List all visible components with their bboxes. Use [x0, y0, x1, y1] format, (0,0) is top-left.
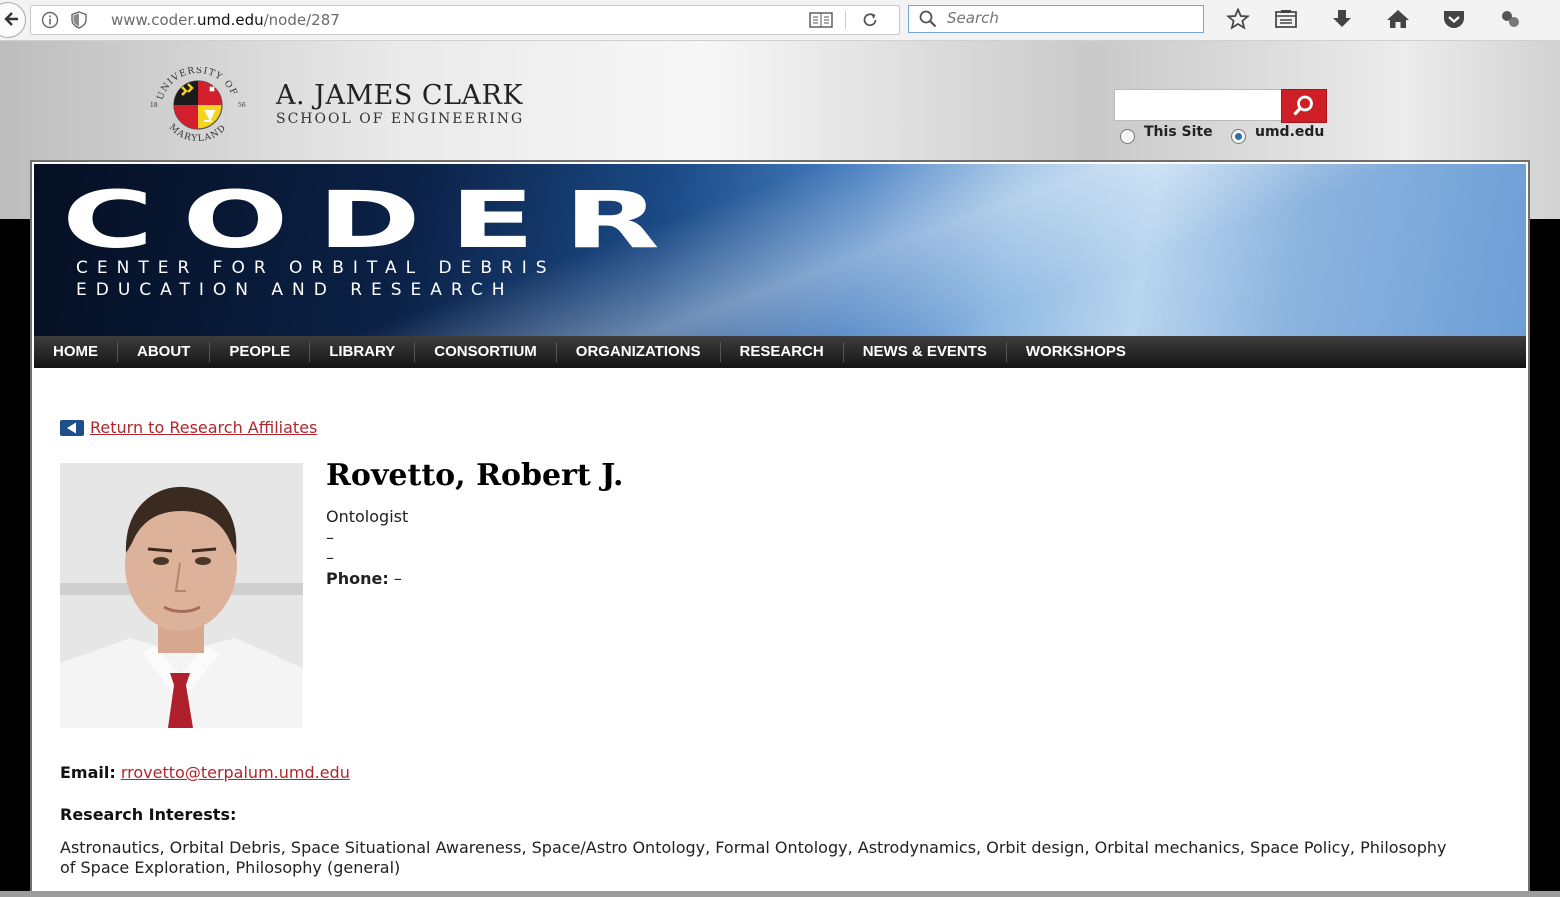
school-subtitle[interactable]: SCHOOL OF ENGINEERING	[276, 111, 524, 127]
nav-consortium[interactable]: CONSORTIUM	[415, 342, 557, 362]
nav-workshops[interactable]: WORKSHOPS	[1007, 342, 1145, 362]
browser-toolbar: www.coder.umd.edu/node/287	[0, 0, 1560, 41]
site-search-input[interactable]	[1115, 90, 1283, 120]
return-link-text[interactable]: Return to Research Affiliates	[90, 418, 317, 437]
download-icon[interactable]	[1330, 8, 1354, 30]
phone-value: –	[388, 569, 402, 588]
tracking-shield-icon[interactable]	[71, 11, 87, 29]
banner-subtitle-line2: EDUCATION AND RESEARCH	[76, 280, 514, 300]
return-link[interactable]: Return to Research Affiliates	[60, 418, 317, 437]
school-name[interactable]: A. JAMES CLARK	[276, 80, 523, 111]
main-nav: HOME ABOUT PEOPLE LIBRARY CONSORTIUM ORG…	[34, 336, 1526, 368]
nav-news-events[interactable]: NEWS & EVENTS	[844, 342, 1007, 362]
browser-search-input[interactable]	[947, 9, 1187, 27]
menu-puzzle-icon[interactable]	[1498, 8, 1522, 30]
portrait-image	[60, 463, 303, 728]
site-search-field[interactable]	[1114, 89, 1284, 121]
back-arrow-icon	[60, 419, 84, 436]
person-title: Ontologist	[326, 507, 409, 526]
research-interests-text: Astronautics, Orbital Debris, Space Situ…	[60, 838, 1447, 877]
browser-search-box[interactable]	[908, 5, 1204, 33]
phone-label: Phone:	[326, 569, 389, 588]
nav-library[interactable]: LIBRARY	[310, 342, 416, 362]
person-line-2: –	[326, 528, 334, 547]
back-button[interactable]	[0, 2, 26, 38]
radio-umd-edu-label: umd.edu	[1255, 124, 1325, 140]
address-bar[interactable]: www.coder.umd.edu/node/287	[30, 5, 900, 35]
email-label: Email:	[60, 763, 116, 782]
person-name: Rovetto, Robert J.	[326, 458, 624, 493]
radio-this-site-label: This Site	[1144, 124, 1213, 140]
home-icon[interactable]	[1386, 8, 1410, 30]
research-interests-heading: Research Interests:	[60, 805, 237, 824]
svg-text:56: 56	[238, 102, 246, 109]
reload-icon[interactable]	[861, 11, 879, 29]
search-icon	[919, 10, 937, 28]
nav-organizations[interactable]: ORGANIZATIONS	[557, 342, 721, 362]
radio-this-site[interactable]	[1120, 129, 1135, 144]
pocket-icon[interactable]	[1442, 8, 1466, 30]
nav-home[interactable]: HOME	[34, 342, 118, 362]
email-row: Email: rrovetto@terpalum.umd.edu	[60, 763, 350, 782]
nav-research[interactable]: RESEARCH	[721, 342, 844, 362]
radio-umd-edu[interactable]	[1231, 129, 1246, 144]
person-line-3: –	[326, 548, 334, 567]
profile-photo	[60, 463, 303, 728]
coder-banner[interactable]: CODER CENTER FOR ORBITAL DEBRIS EDUCATIO…	[34, 164, 1526, 336]
email-link[interactable]: rrovetto@terpalum.umd.edu	[121, 763, 350, 782]
bookmarks-library-icon[interactable]	[1274, 8, 1298, 30]
banner-title: CODER	[62, 176, 689, 266]
bookmark-star-icon[interactable]	[1226, 8, 1250, 30]
bottom-scroll-edge	[0, 891, 1560, 897]
person-phone: Phone: –	[326, 569, 402, 588]
svg-text:18: 18	[150, 102, 158, 109]
reader-view-icon[interactable]	[809, 12, 833, 28]
umd-seal-logo[interactable]: UNIVERSITY OF MARYLAND 18 56	[148, 67, 248, 141]
banner-subtitle-line1: CENTER FOR ORBITAL DEBRIS	[76, 258, 556, 278]
info-icon[interactable]	[41, 11, 59, 29]
url-text: www.coder.umd.edu/node/287	[111, 11, 340, 29]
magnifier-icon	[1293, 95, 1313, 116]
nav-about[interactable]: ABOUT	[118, 342, 211, 362]
site-search-button[interactable]	[1281, 89, 1327, 123]
divider	[845, 11, 846, 29]
back-arrow-icon	[4, 12, 18, 26]
nav-people[interactable]: PEOPLE	[210, 342, 311, 362]
